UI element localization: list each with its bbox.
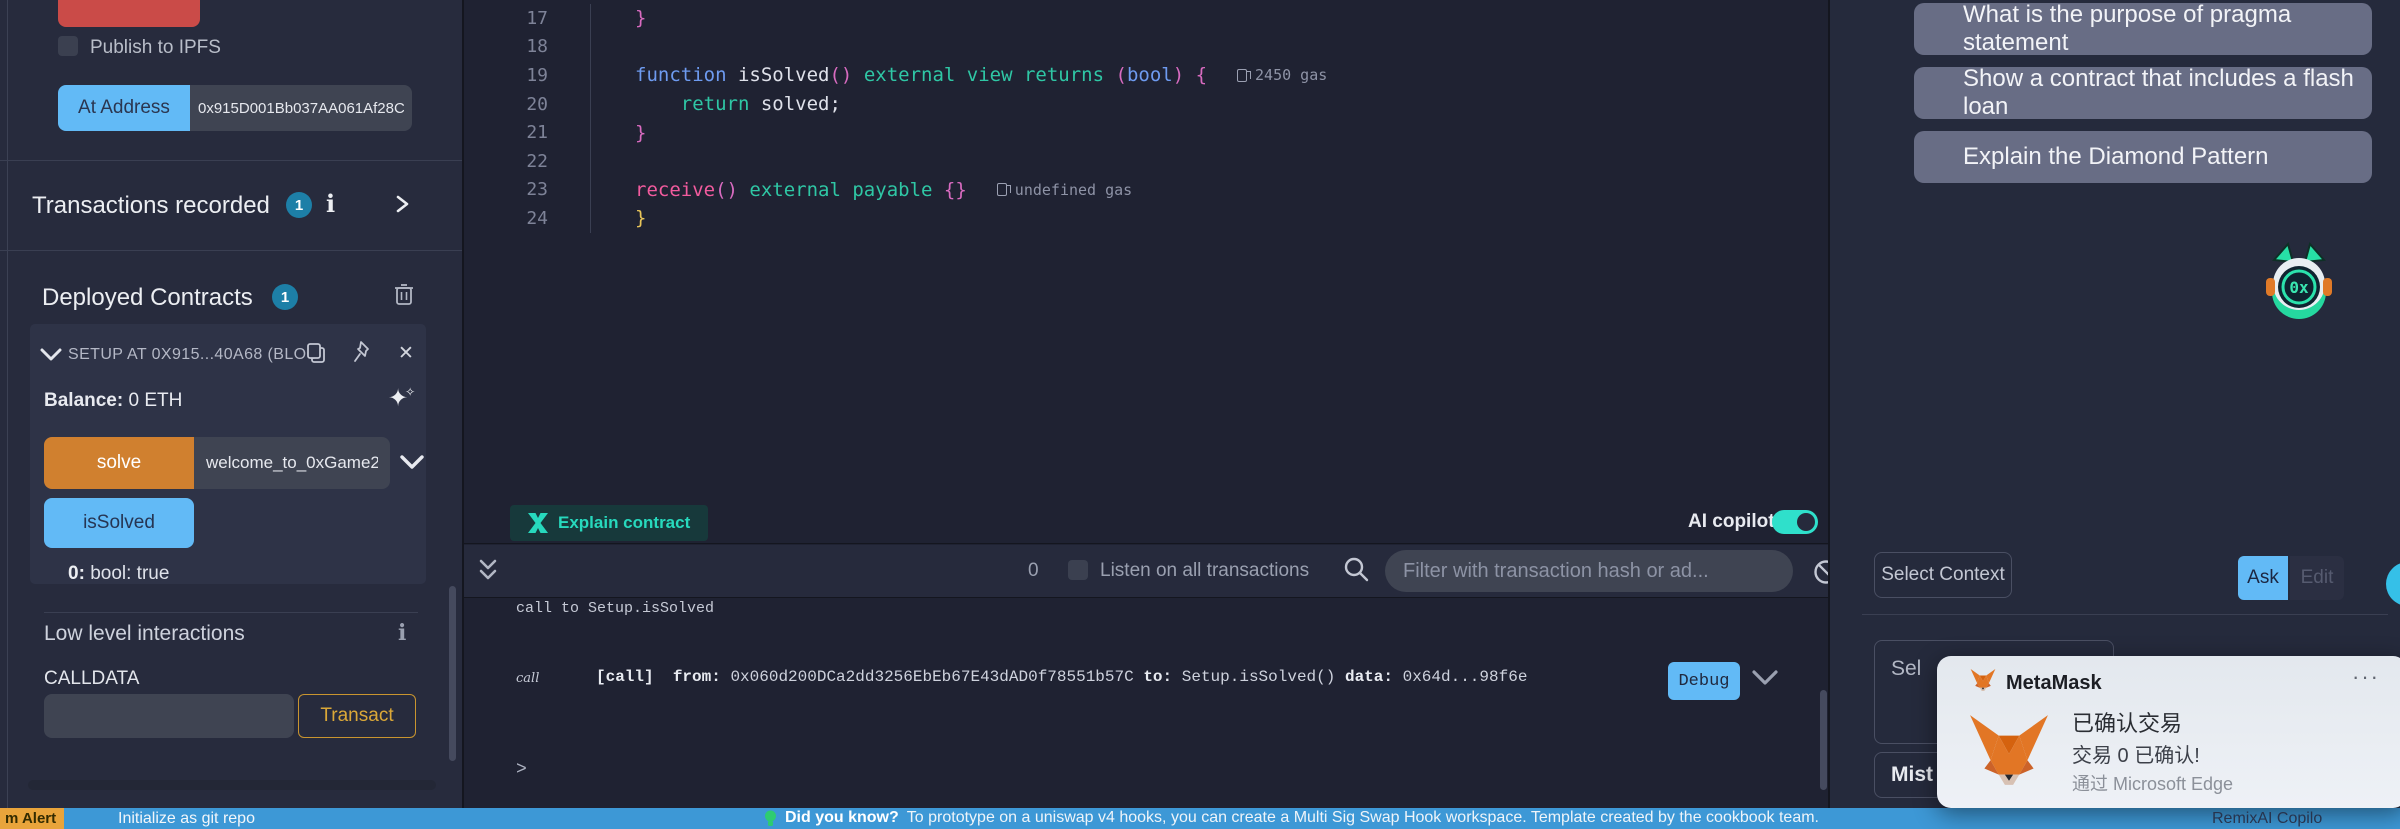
- metamask-fox-icon: [1970, 668, 1996, 692]
- at-address-button[interactable]: At Address: [58, 85, 190, 131]
- left-panel-hscrollbar[interactable]: [28, 780, 436, 790]
- info-icon[interactable]: i: [326, 189, 335, 218]
- balance-label: Balance:: [44, 390, 123, 411]
- svg-text:0x: 0x: [2289, 278, 2309, 297]
- balance-value: 0 ETH: [128, 390, 182, 411]
- metamask-notification-message: 交易 0 已确认!: [2072, 739, 2200, 768]
- indent-guide-line: [590, 4, 591, 233]
- select-context-button[interactable]: Select Context: [1874, 552, 2012, 598]
- close-icon[interactable]: ✕: [398, 342, 414, 365]
- suggestion-chip[interactable]: Explain the Diamond Pattern: [1914, 131, 2372, 183]
- transact-button[interactable]: Transact: [298, 694, 416, 738]
- balance-row: Balance: 0 ETH: [44, 390, 182, 412]
- divider: [1862, 614, 2388, 615]
- left-panel-scrollbar[interactable]: [449, 586, 456, 761]
- code-lines[interactable]: 17}1819function isSolved() external view…: [464, 4, 1824, 233]
- suggestion-chip[interactable]: Show a contract that includes a flash lo…: [1914, 67, 2372, 119]
- git-init-label[interactable]: Initialize as git repo: [118, 810, 255, 828]
- metamask-notification-title: 已确认交易: [2072, 706, 2182, 738]
- panel-edge-line: [7, 0, 8, 808]
- ai-copilot-label: AI copilot: [1688, 511, 1775, 533]
- call-output-row: 0: bool: true: [68, 563, 169, 585]
- explain-contract-label: Explain contract: [558, 513, 690, 533]
- pending-tx-count: 0: [1028, 560, 1039, 582]
- log-from-value: 0x060d200DCa2dd3256EbEb67E43dAD0f78551b5…: [730, 668, 1133, 686]
- terminal-prompt[interactable]: >: [516, 760, 527, 780]
- listen-all-checkbox[interactable]: [1068, 560, 1088, 580]
- pin-icon[interactable]: [352, 340, 374, 364]
- edit-mode-button[interactable]: Edit: [2290, 556, 2344, 600]
- ask-mode-button[interactable]: Ask: [2238, 556, 2288, 600]
- log-tag: [call]: [596, 668, 654, 686]
- tip-text: To prototype on a uniswap v4 hooks, you …: [907, 809, 1819, 827]
- publish-ipfs-label: Publish to IPFS: [90, 37, 221, 59]
- log-to-label: to:: [1143, 668, 1172, 686]
- contract-header-label[interactable]: SETUP AT 0X915...40A68 (BLOC: [68, 346, 318, 364]
- output-value: bool: true: [90, 563, 169, 584]
- divider: [44, 612, 418, 613]
- transaction-filter-input[interactable]: [1385, 550, 1793, 592]
- ai-copilot-toggle[interactable]: [1772, 510, 1818, 534]
- search-icon[interactable]: [1343, 556, 1369, 582]
- info-icon[interactable]: i: [398, 620, 406, 646]
- explain-contract-button[interactable]: Explain contract: [510, 505, 708, 541]
- solve-button[interactable]: solve: [44, 437, 194, 489]
- output-index: 0:: [68, 563, 85, 584]
- log-data-label: data:: [1345, 668, 1393, 686]
- call-type-glyph: call: [516, 671, 539, 686]
- deploy-button[interactable]: [58, 0, 200, 27]
- log-data-value: 0x64d...98f6e: [1403, 668, 1528, 686]
- metamask-fox-logo: [1968, 712, 2050, 788]
- remix-ide-app: { "left": { "publish_label": "Publish to…: [0, 0, 2400, 829]
- debug-button[interactable]: Debug: [1668, 662, 1740, 700]
- suggestion-chip[interactable]: What is the purpose of pragma statement: [1914, 3, 2372, 55]
- log-expand-chevron-icon[interactable]: [1752, 670, 1778, 686]
- metamask-app-name: MetaMask: [2006, 672, 2102, 695]
- lightbulb-icon: [764, 810, 777, 827]
- remixai-footer-label: RemixAI Copilo: [2212, 810, 2322, 828]
- terminal-scrollbar[interactable]: [1820, 690, 1827, 790]
- publish-ipfs-checkbox[interactable]: [58, 36, 78, 56]
- divider: [0, 160, 462, 161]
- deployed-contracts-title: Deployed Contracts: [42, 284, 253, 312]
- terminal-log-line[interactable]: [call] from: 0x060d200DCa2dd3256EbEb67E4…: [596, 668, 1527, 686]
- did-you-know-tip: Did you know? To prototype on a uniswap …: [764, 809, 1819, 827]
- transactions-recorded-title: Transactions recorded: [32, 192, 270, 220]
- calldata-label: CALLDATA: [44, 668, 139, 690]
- tip-label: Did you know?: [785, 809, 899, 827]
- issolved-button[interactable]: isSolved: [44, 498, 194, 548]
- solve-expand-chevron-icon[interactable]: [400, 455, 424, 470]
- trash-icon[interactable]: [394, 282, 414, 306]
- log-from-label: from:: [673, 668, 721, 686]
- sparkles-icon[interactable]: ✦✧: [388, 384, 418, 413]
- metamask-notification-source: 通过 Microsoft Edge: [2072, 770, 2233, 796]
- chevron-right-icon[interactable]: [392, 194, 412, 214]
- terminal-log-intro: call to Setup.isSolved: [516, 600, 714, 617]
- divider: [0, 250, 462, 251]
- terminal-expand-icon[interactable]: [478, 558, 498, 584]
- solve-argument-input[interactable]: [194, 437, 390, 489]
- contract-expand-chevron-icon[interactable]: [40, 348, 62, 362]
- transactions-count-badge: 1: [286, 192, 312, 218]
- panel-divider: [1828, 0, 1830, 808]
- calldata-input[interactable]: [44, 694, 294, 738]
- copy-icon[interactable]: [306, 342, 326, 364]
- oxgame-mascot-logo: 0x: [2264, 240, 2334, 320]
- at-address-input[interactable]: [190, 85, 412, 131]
- metamask-menu-icon[interactable]: ···: [2352, 664, 2380, 690]
- low-level-interactions-title: Low level interactions: [44, 622, 245, 646]
- scam-alert-badge[interactable]: m Alert: [0, 808, 64, 829]
- listen-all-label: Listen on all transactions: [1100, 560, 1309, 582]
- deployed-count-badge: 1: [272, 284, 298, 310]
- remix-ai-icon: [528, 513, 548, 533]
- log-to-value: Setup.isSolved(): [1182, 668, 1336, 686]
